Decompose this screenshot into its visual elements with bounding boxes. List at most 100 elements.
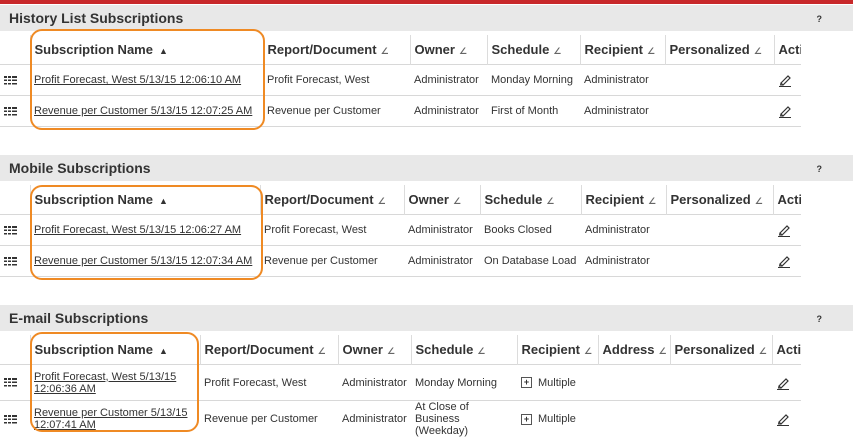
col-personalized[interactable]: Personalized∠ — [665, 35, 774, 65]
column-menu-icon[interactable]: ∠ — [648, 196, 656, 206]
subscription-link[interactable]: Profit Forecast, West 5/13/15 12:06:10 A… — [34, 74, 241, 86]
report-cell: Revenue per Customer — [263, 96, 410, 127]
table-row: Revenue per Customer 5/13/15 12:07:25 AM… — [0, 96, 801, 127]
subscription-link[interactable]: Revenue per Customer 5/13/15 12:07:41 AM — [34, 407, 187, 431]
owner-cell: Administrator — [404, 215, 480, 246]
report-cell: Revenue per Customer — [260, 246, 404, 277]
column-menu-icon[interactable]: ∠ — [318, 346, 326, 356]
column-menu-icon[interactable]: ∠ — [387, 346, 395, 356]
report-cell: Profit Forecast, West — [260, 215, 404, 246]
col-recipient[interactable]: Recipient∠ — [580, 35, 665, 65]
help-icon[interactable]: ? — [817, 314, 823, 324]
column-menu-icon[interactable]: ∠ — [659, 346, 667, 356]
col-personalized[interactable]: Personalized∠ — [670, 335, 772, 365]
help-icon[interactable]: ? — [817, 164, 823, 174]
col-report-document[interactable]: Report/Document∠ — [263, 35, 410, 65]
edit-pencil-icon[interactable] — [778, 73, 792, 87]
owner-cell: Administrator — [410, 65, 487, 96]
table-row: Profit Forecast, West 5/13/15 12:06:10 A… — [0, 65, 801, 96]
list-icon — [4, 415, 17, 424]
personalized-cell — [666, 215, 773, 246]
col-schedule[interactable]: Schedule∠ — [480, 185, 581, 215]
schedule-cell: Books Closed — [480, 215, 581, 246]
subscription-link[interactable]: Revenue per Customer 5/13/15 12:07:34 AM — [34, 255, 252, 267]
schedule-cell: Monday Morning — [487, 65, 580, 96]
column-menu-icon[interactable]: ∠ — [759, 346, 767, 356]
schedule-cell: On Database Load — [480, 246, 581, 277]
section-header: History List Subscriptions ? — [0, 5, 853, 31]
expand-plus-icon[interactable]: + — [521, 414, 532, 425]
edit-pencil-icon[interactable] — [776, 376, 790, 390]
col-action: Action — [773, 185, 801, 215]
col-schedule[interactable]: Schedule∠ — [487, 35, 580, 65]
list-icon — [4, 378, 17, 387]
sort-asc-icon[interactable]: ▲ — [159, 196, 168, 206]
header-row: Subscription Name▲ Report/Document∠ Owne… — [0, 35, 801, 65]
sort-asc-icon[interactable]: ▲ — [159, 346, 168, 356]
column-menu-icon[interactable]: ∠ — [553, 46, 561, 56]
col-subscription-name[interactable]: Subscription Name▲ — [30, 335, 200, 365]
list-icon — [4, 257, 17, 266]
schedule-cell: Monday Morning — [411, 365, 517, 401]
column-menu-icon[interactable]: ∠ — [378, 196, 386, 206]
personalized-cell — [666, 246, 773, 277]
col-subscription-name[interactable]: Subscription Name▲ — [30, 35, 263, 65]
recipient-cell: Multiple — [538, 413, 576, 425]
section-title: History List Subscriptions — [9, 10, 183, 26]
column-menu-icon[interactable]: ∠ — [453, 196, 461, 206]
subscription-link[interactable]: Revenue per Customer 5/13/15 12:07:25 AM — [34, 105, 252, 117]
col-report-document[interactable]: Report/Document∠ — [260, 185, 404, 215]
report-cell: Profit Forecast, West — [200, 365, 338, 401]
col-owner[interactable]: Owner∠ — [410, 35, 487, 65]
column-menu-icon[interactable]: ∠ — [755, 196, 763, 206]
column-menu-icon[interactable]: ∠ — [381, 46, 389, 56]
icon-col-header — [0, 35, 30, 65]
edit-pencil-icon[interactable] — [777, 254, 791, 268]
personalized-cell — [665, 96, 774, 127]
edit-pencil-icon[interactable] — [777, 223, 791, 237]
personalized-cell — [665, 65, 774, 96]
owner-cell: Administrator — [410, 96, 487, 127]
col-schedule[interactable]: Schedule∠ — [411, 335, 517, 365]
table-row: Profit Forecast, West 5/13/15 12:06:27 A… — [0, 215, 801, 246]
col-owner[interactable]: Owner∠ — [338, 335, 411, 365]
recipient-cell: Administrator — [581, 215, 666, 246]
col-owner[interactable]: Owner∠ — [404, 185, 480, 215]
list-icon — [4, 107, 17, 116]
column-menu-icon[interactable]: ∠ — [459, 46, 467, 56]
table-row: Profit Forecast, West 5/13/15 12:06:36 A… — [0, 365, 801, 401]
icon-col-header — [0, 185, 30, 215]
col-recipient[interactable]: Recipient∠ — [581, 185, 666, 215]
mobile-table: Subscription Name▲ Report/Document∠ Owne… — [0, 185, 801, 277]
col-recipient[interactable]: Recipient∠ — [517, 335, 598, 365]
top-accent-bar — [0, 0, 853, 4]
schedule-cell: First of Month — [487, 96, 580, 127]
column-menu-icon[interactable]: ∠ — [477, 346, 485, 356]
help-icon[interactable]: ? — [817, 14, 823, 24]
table-row: Revenue per Customer 5/13/15 12:07:34 AM… — [0, 246, 801, 277]
edit-pencil-icon[interactable] — [778, 104, 792, 118]
history-table: Subscription Name▲ Report/Document∠ Owne… — [0, 35, 801, 127]
col-address[interactable]: Address∠ — [598, 335, 670, 365]
list-icon — [4, 76, 17, 85]
column-menu-icon[interactable]: ∠ — [754, 46, 762, 56]
owner-cell: Administrator — [404, 246, 480, 277]
subscription-link[interactable]: Profit Forecast, West 5/13/15 12:06:27 A… — [34, 224, 241, 236]
edit-pencil-icon[interactable] — [776, 412, 790, 426]
col-action: Action — [772, 335, 801, 365]
col-subscription-name[interactable]: Subscription Name▲ — [30, 185, 260, 215]
subscription-link[interactable]: Profit Forecast, West 5/13/15 12:06:36 A… — [34, 371, 176, 395]
recipient-cell: Administrator — [580, 65, 665, 96]
col-personalized[interactable]: Personalized∠ — [666, 185, 773, 215]
header-row: Subscription Name▲ Report/Document∠ Owne… — [0, 335, 801, 365]
sort-asc-icon[interactable]: ▲ — [159, 46, 168, 56]
section-title: E-mail Subscriptions — [9, 310, 148, 326]
column-menu-icon[interactable]: ∠ — [647, 46, 655, 56]
email-table: Subscription Name▲ Report/Document∠ Owne… — [0, 335, 801, 437]
expand-plus-icon[interactable]: + — [521, 377, 532, 388]
column-menu-icon[interactable]: ∠ — [584, 346, 592, 356]
report-cell: Profit Forecast, West — [263, 65, 410, 96]
recipient-cell: Multiple — [538, 377, 576, 389]
column-menu-icon[interactable]: ∠ — [546, 196, 554, 206]
col-report-document[interactable]: Report/Document∠ — [200, 335, 338, 365]
